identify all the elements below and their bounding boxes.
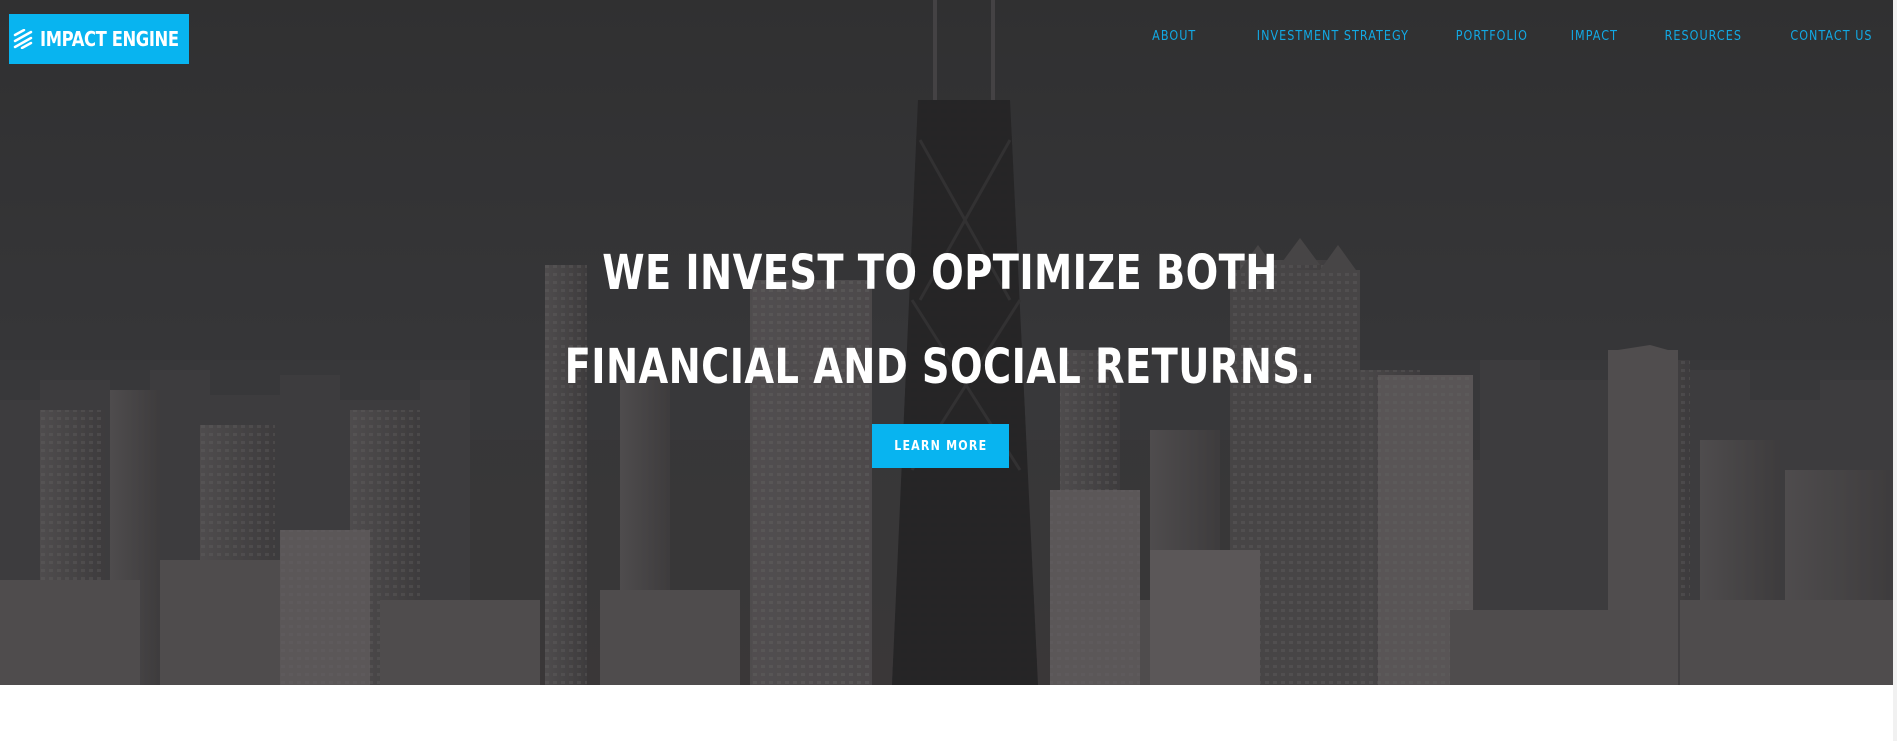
learn-more-label: LEARN MORE [893, 438, 988, 454]
nav-item-investment-strategy[interactable]: INVESTMENT STRATEGY [1256, 29, 1408, 44]
learn-more-button[interactable]: LEARN MORE [872, 424, 1009, 468]
nav-item-about[interactable]: ABOUT [1152, 29, 1196, 44]
nav-item-impact[interactable]: IMPACT [1570, 29, 1617, 44]
scrollbar-track[interactable] [1893, 0, 1897, 741]
brand-name: IMPACT ENGINE [40, 27, 180, 51]
hero-headline-line-2: FINANCIAL AND SOCIAL RETURNS. [564, 339, 1316, 395]
page: IMPACT ENGINE ABOUT INVESTMENT STRATEGY … [0, 0, 1897, 741]
nav-item-contact-us[interactable]: CONTACT US [1791, 29, 1873, 44]
hero-headline-line-1: WE INVEST TO OPTIMIZE BOTH [602, 245, 1278, 301]
logo-link[interactable]: IMPACT ENGINE [9, 14, 189, 64]
nav-item-resources[interactable]: RESOURCES [1665, 29, 1742, 44]
main-nav: ABOUT INVESTMENT STRATEGY PORTFOLIO IMPA… [1110, 29, 1873, 44]
stacked-slashes-icon [14, 29, 33, 49]
nav-item-portfolio[interactable]: PORTFOLIO [1455, 29, 1527, 44]
hero-headline: WE INVEST TO OPTIMIZE BOTH FINANCIAL AND… [0, 226, 1880, 414]
